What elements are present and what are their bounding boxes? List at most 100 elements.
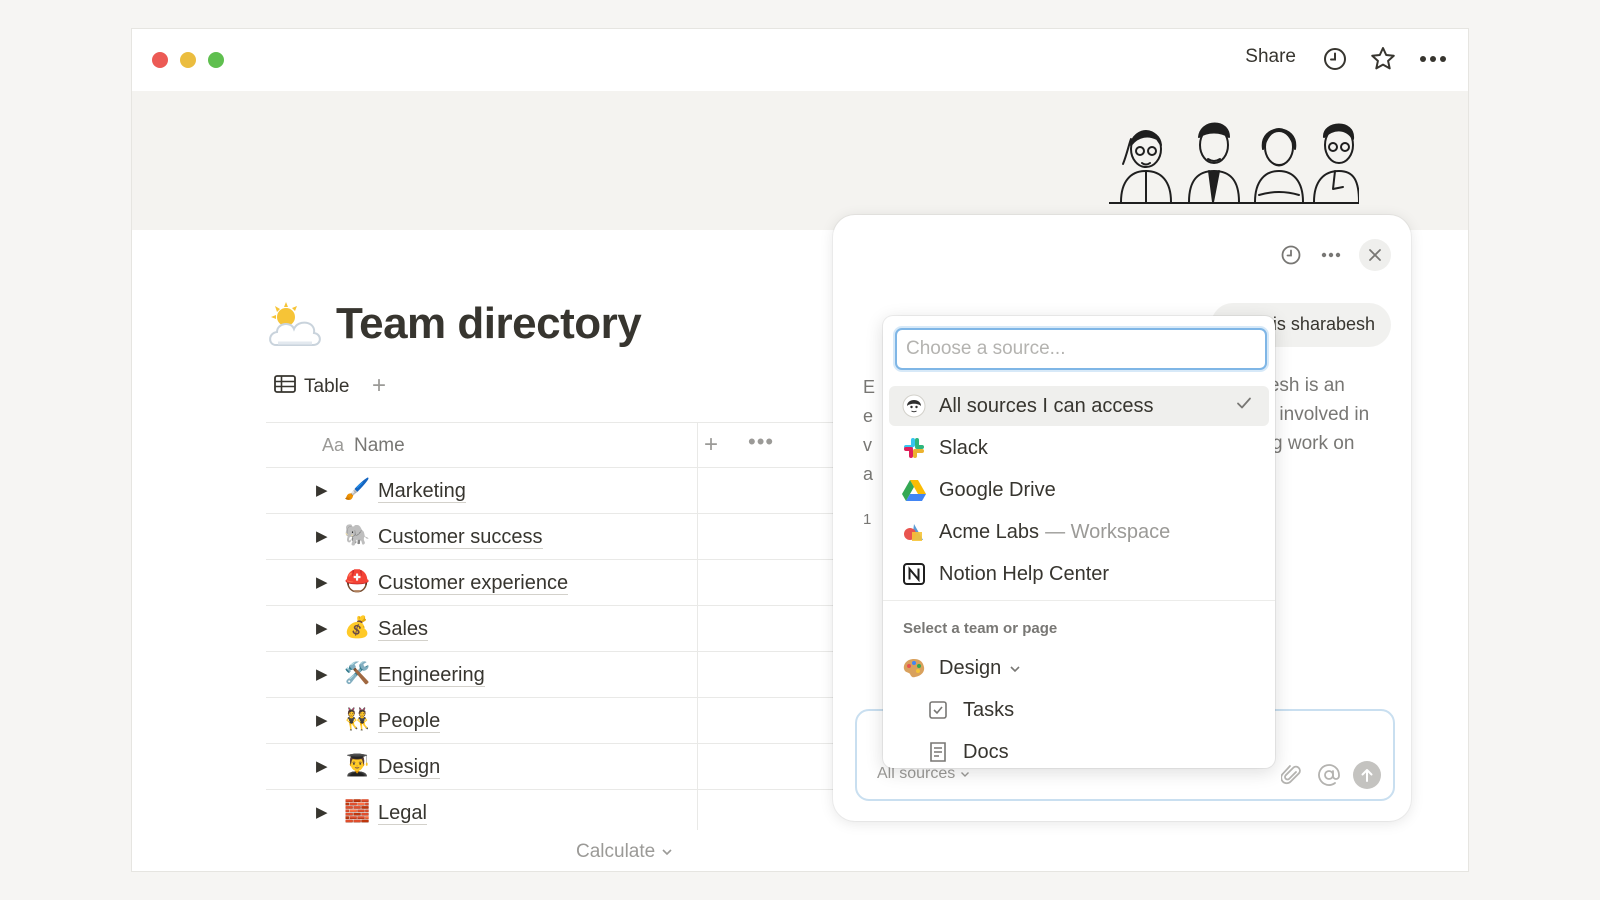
expand-toggle-icon[interactable]: ▶ (316, 711, 328, 729)
row-label[interactable]: Engineering (378, 664, 485, 687)
attachment-icon[interactable] (1277, 761, 1305, 789)
row-emoji: 🛠️ (344, 662, 371, 685)
minimize-window-button[interactable] (180, 52, 196, 68)
answer-fragment: a (863, 464, 874, 484)
page-title[interactable]: Team directory (336, 299, 642, 349)
expand-toggle-icon[interactable]: ▶ (316, 757, 328, 775)
source-dropdown: All sources I can access Slack Google Dr… (883, 316, 1275, 768)
section-heading: Select a team or page (903, 620, 1058, 637)
expand-toggle-icon[interactable]: ▶ (316, 665, 328, 683)
close-window-button[interactable] (152, 52, 168, 68)
page-item-tasks[interactable]: Tasks (913, 690, 1269, 730)
column-divider (697, 698, 698, 743)
checkmark-icon (1235, 394, 1253, 418)
sun-behind-cloud-icon[interactable] (266, 301, 322, 349)
table-row[interactable]: ▶ 👯 People (266, 698, 836, 744)
column-divider (697, 468, 698, 513)
team-item-design[interactable]: Design (889, 648, 1269, 688)
history-icon[interactable] (1275, 239, 1307, 271)
chevron-down-icon (960, 772, 969, 777)
checkbox-icon (925, 697, 951, 723)
menu-divider (883, 600, 1275, 601)
page-item-docs[interactable]: Docs (913, 732, 1269, 768)
source-item-notion-help-center[interactable]: Notion Help Center (889, 554, 1269, 594)
source-item-all[interactable]: All sources I can access (889, 386, 1269, 426)
row-emoji: 🧱 (344, 800, 371, 823)
text-type-icon: Aa (322, 435, 345, 455)
row-label[interactable]: Customer experience (378, 572, 569, 595)
chevron-down-icon (661, 841, 673, 862)
expand-toggle-icon[interactable]: ▶ (316, 527, 328, 545)
row-label[interactable]: Customer success (378, 526, 543, 549)
column-divider (697, 423, 698, 467)
page-item-label: Tasks (963, 698, 1015, 721)
calculate-label: Calculate (576, 841, 656, 862)
row-label[interactable]: Marketing (378, 480, 466, 503)
row-emoji: 💰 (344, 616, 371, 639)
google-drive-icon (901, 477, 927, 503)
table-row[interactable]: ▶ ⛑️ Customer experience (266, 560, 836, 606)
source-search-input[interactable] (895, 328, 1267, 370)
acme-labs-icon (901, 519, 927, 545)
name-column-header[interactable]: Name (354, 435, 405, 457)
palette-icon (901, 655, 927, 681)
share-button[interactable]: Share (1245, 46, 1296, 68)
star-icon[interactable] (1368, 44, 1398, 74)
close-icon[interactable] (1359, 239, 1391, 271)
source-item-label: Notion Help Center (939, 562, 1110, 585)
table-row[interactable]: ▶ 🧱 Legal (266, 790, 836, 830)
user-message-text: o is sharabesh (1257, 314, 1375, 334)
column-divider (697, 606, 698, 651)
zoom-window-button[interactable] (208, 52, 224, 68)
avatar-icon (901, 393, 927, 419)
add-column-button[interactable]: + (704, 431, 718, 459)
more-icon[interactable] (1418, 44, 1448, 74)
source-item-google-drive[interactable]: Google Drive (889, 470, 1269, 510)
add-view-button[interactable]: + (372, 372, 386, 400)
source-item-label: Google Drive (939, 478, 1056, 501)
row-label[interactable]: Sales (378, 618, 429, 641)
row-label[interactable]: People (378, 710, 441, 733)
send-icon[interactable] (1353, 761, 1381, 789)
row-label[interactable]: Legal (378, 802, 427, 825)
row-label[interactable]: Design (378, 756, 441, 779)
calculate-button[interactable]: Calculate (576, 841, 673, 863)
table-row[interactable]: ▶ 🛠️ Engineering (266, 652, 836, 698)
table-row[interactable]: ▶ 👨‍🎓 Design (266, 744, 836, 790)
column-divider (697, 744, 698, 789)
row-emoji: 👯 (344, 708, 371, 731)
source-item-label: Slack (939, 436, 988, 459)
source-item-label: Acme Labs (939, 520, 1040, 543)
source-item-slack[interactable]: Slack (889, 428, 1269, 468)
clock-icon[interactable] (1320, 44, 1350, 74)
table-more-button[interactable]: ••• (748, 429, 774, 455)
expand-toggle-icon[interactable]: ▶ (316, 619, 328, 637)
notion-icon (901, 561, 927, 587)
row-emoji: ⛑️ (344, 570, 371, 593)
expand-toggle-icon[interactable]: ▶ (316, 573, 328, 591)
column-divider (697, 790, 698, 830)
table-row[interactable]: ▶ 🐘 Customer success (266, 514, 836, 560)
tab-table-view[interactable]: Table (274, 375, 349, 399)
source-item-label: All sources I can access (939, 394, 1154, 417)
expand-toggle-icon[interactable]: ▶ (316, 803, 328, 821)
column-divider (697, 560, 698, 605)
tab-label: Table (304, 376, 350, 397)
answer-fragment: e (863, 406, 874, 426)
expand-toggle-icon[interactable]: ▶ (316, 481, 328, 499)
page-cover (132, 91, 1468, 230)
answer-fragment: v (863, 435, 872, 455)
column-divider (697, 652, 698, 697)
table-row[interactable]: ▶ 🖌️ Marketing (266, 468, 836, 514)
row-emoji: 🖌️ (344, 478, 371, 501)
mention-icon[interactable] (1315, 761, 1343, 789)
more-icon[interactable] (1315, 239, 1347, 271)
page-icon (925, 739, 951, 765)
row-emoji: 👨‍🎓 (344, 754, 371, 777)
answer-fragment: 1 (863, 511, 872, 528)
row-emoji: 🐘 (344, 524, 371, 547)
team-illustration (1109, 122, 1359, 204)
source-item-acme-labs[interactable]: Acme Labs — Workspace (889, 512, 1269, 552)
slack-icon (901, 435, 927, 461)
table-row[interactable]: ▶ 💰 Sales (266, 606, 836, 652)
